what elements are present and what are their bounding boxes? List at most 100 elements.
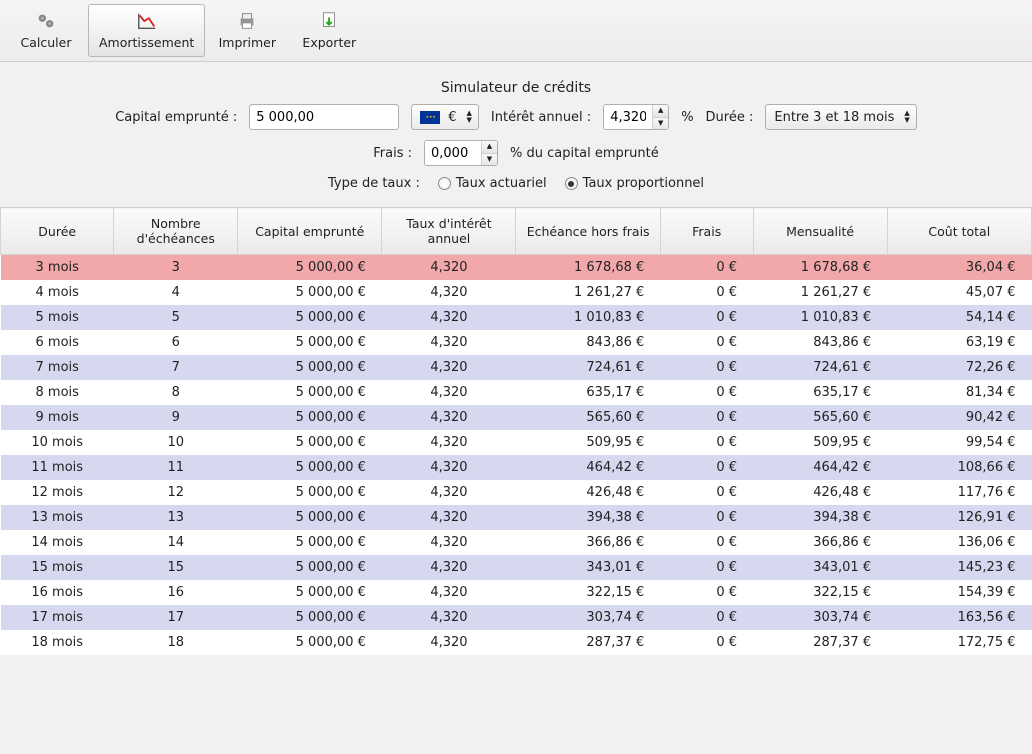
table-row[interactable]: 9 mois95 000,00 €4,320565,60 €0 €565,60 … (1, 405, 1032, 430)
duration-combo[interactable]: Entre 3 et 18 mois ▲▼ (765, 104, 916, 130)
form-row-2: Frais : ▲▼ % du capital emprunté (373, 140, 658, 166)
interest-label: Intérêt annuel : (491, 110, 591, 125)
export-label: Exporter (302, 35, 356, 50)
cell-ech: 509,95 € (516, 430, 660, 455)
cell-cout: 172,75 € (887, 630, 1031, 655)
cell-mens: 366,86 € (753, 530, 887, 555)
cell-n: 9 (114, 405, 238, 430)
cell-mens: 1 010,83 € (753, 305, 887, 330)
cell-cout: 63,19 € (887, 330, 1031, 355)
cell-n: 7 (114, 355, 238, 380)
table-row[interactable]: 7 mois75 000,00 €4,320724,61 €0 €724,61 … (1, 355, 1032, 380)
capital-label: Capital emprunté : (115, 110, 237, 125)
cell-ech: 1 010,83 € (516, 305, 660, 330)
gears-icon (34, 9, 58, 33)
spin-buttons[interactable]: ▲▼ (652, 105, 668, 129)
cell-taux: 4,320 (382, 630, 516, 655)
col-echeance-hf[interactable]: Echéance hors frais (516, 208, 660, 255)
cell-mens: 287,37 € (753, 630, 887, 655)
table-body: 3 mois35 000,00 €4,3201 678,68 €0 €1 678… (1, 255, 1032, 656)
cell-cout: 81,34 € (887, 380, 1031, 405)
chart-down-icon (135, 9, 159, 33)
export-icon (317, 9, 341, 33)
table-row[interactable]: 15 mois155 000,00 €4,320343,01 €0 €343,0… (1, 555, 1032, 580)
radio-proportional[interactable]: Taux proportionnel (565, 176, 704, 191)
cell-taux: 4,320 (382, 280, 516, 305)
table-row[interactable]: 16 mois165 000,00 €4,320322,15 €0 €322,1… (1, 580, 1032, 605)
print-label: Imprimer (219, 35, 276, 50)
table-row[interactable]: 11 mois115 000,00 €4,320464,42 €0 €464,4… (1, 455, 1032, 480)
col-duree[interactable]: Durée (1, 208, 114, 255)
table-row[interactable]: 10 mois105 000,00 €4,320509,95 €0 €509,9… (1, 430, 1032, 455)
cell-mens: 394,38 € (753, 505, 887, 530)
interest-input[interactable] (604, 105, 652, 129)
cell-n: 17 (114, 605, 238, 630)
cell-duree: 7 mois (1, 355, 114, 380)
cell-taux: 4,320 (382, 430, 516, 455)
table-row[interactable]: 17 mois175 000,00 €4,320303,74 €0 €303,7… (1, 605, 1032, 630)
cell-cap: 5 000,00 € (238, 630, 382, 655)
table-row[interactable]: 14 mois145 000,00 €4,320366,86 €0 €366,8… (1, 530, 1032, 555)
col-echeances[interactable]: Nombre d'échéances (114, 208, 238, 255)
table-row[interactable]: 8 mois85 000,00 €4,320635,17 €0 €635,17 … (1, 380, 1032, 405)
updown-icon: ▲▼ (465, 110, 474, 124)
cell-ech: 1 678,68 € (516, 255, 660, 281)
cell-cap: 5 000,00 € (238, 455, 382, 480)
currency-symbol: € (448, 110, 456, 125)
radio-actuarial[interactable]: Taux actuariel (438, 176, 547, 191)
cell-duree: 11 mois (1, 455, 114, 480)
table-row[interactable]: 13 mois135 000,00 €4,320394,38 €0 €394,3… (1, 505, 1032, 530)
cell-n: 8 (114, 380, 238, 405)
cell-duree: 17 mois (1, 605, 114, 630)
export-button[interactable]: Exporter (289, 4, 369, 57)
cell-taux: 4,320 (382, 355, 516, 380)
table-row[interactable]: 3 mois35 000,00 €4,3201 678,68 €0 €1 678… (1, 255, 1032, 281)
print-button[interactable]: Imprimer (207, 4, 287, 57)
col-cout[interactable]: Coût total (887, 208, 1031, 255)
cell-ech: 565,60 € (516, 405, 660, 430)
cell-cap: 5 000,00 € (238, 280, 382, 305)
cell-cout: 126,91 € (887, 505, 1031, 530)
cell-mens: 464,42 € (753, 455, 887, 480)
cell-ech: 366,86 € (516, 530, 660, 555)
spin-buttons[interactable]: ▲▼ (481, 141, 497, 165)
cell-mens: 565,60 € (753, 405, 887, 430)
capital-input[interactable] (249, 104, 399, 130)
currency-combo[interactable]: ⋆⋆⋆ € ▲▼ (411, 104, 479, 130)
cell-ech: 843,86 € (516, 330, 660, 355)
cell-cout: 45,07 € (887, 280, 1031, 305)
cell-frais: 0 € (660, 630, 753, 655)
cell-duree: 6 mois (1, 330, 114, 355)
cell-duree: 4 mois (1, 280, 114, 305)
cell-frais: 0 € (660, 380, 753, 405)
table-row[interactable]: 5 mois55 000,00 €4,3201 010,83 €0 €1 010… (1, 305, 1032, 330)
cell-mens: 1 261,27 € (753, 280, 887, 305)
table-row[interactable]: 6 mois65 000,00 €4,320843,86 €0 €843,86 … (1, 330, 1032, 355)
cell-frais: 0 € (660, 305, 753, 330)
cell-cap: 5 000,00 € (238, 530, 382, 555)
cell-frais: 0 € (660, 480, 753, 505)
cell-frais: 0 € (660, 455, 753, 480)
col-mensualite[interactable]: Mensualité (753, 208, 887, 255)
cell-cap: 5 000,00 € (238, 330, 382, 355)
amortization-label: Amortissement (99, 35, 194, 50)
fees-spin[interactable]: ▲▼ (424, 140, 498, 166)
cell-ech: 322,15 € (516, 580, 660, 605)
cell-cout: 54,14 € (887, 305, 1031, 330)
table-row[interactable]: 4 mois45 000,00 €4,3201 261,27 €0 €1 261… (1, 280, 1032, 305)
interest-spin[interactable]: ▲▼ (603, 104, 669, 130)
table-header-row: Durée Nombre d'échéances Capital emprunt… (1, 208, 1032, 255)
col-frais[interactable]: Frais (660, 208, 753, 255)
cell-cap: 5 000,00 € (238, 355, 382, 380)
amortization-button[interactable]: Amortissement (88, 4, 205, 57)
col-capital[interactable]: Capital emprunté (238, 208, 382, 255)
col-taux[interactable]: Taux d'intérêt annuel (382, 208, 516, 255)
cell-cout: 36,04 € (887, 255, 1031, 281)
calculate-button[interactable]: Calculer (6, 4, 86, 57)
table-row[interactable]: 18 mois185 000,00 €4,320287,37 €0 €287,3… (1, 630, 1032, 655)
table-row[interactable]: 12 mois125 000,00 €4,320426,48 €0 €426,4… (1, 480, 1032, 505)
fees-input[interactable] (425, 141, 481, 165)
cell-n: 18 (114, 630, 238, 655)
fees-label: Frais : (373, 146, 412, 161)
cell-mens: 843,86 € (753, 330, 887, 355)
